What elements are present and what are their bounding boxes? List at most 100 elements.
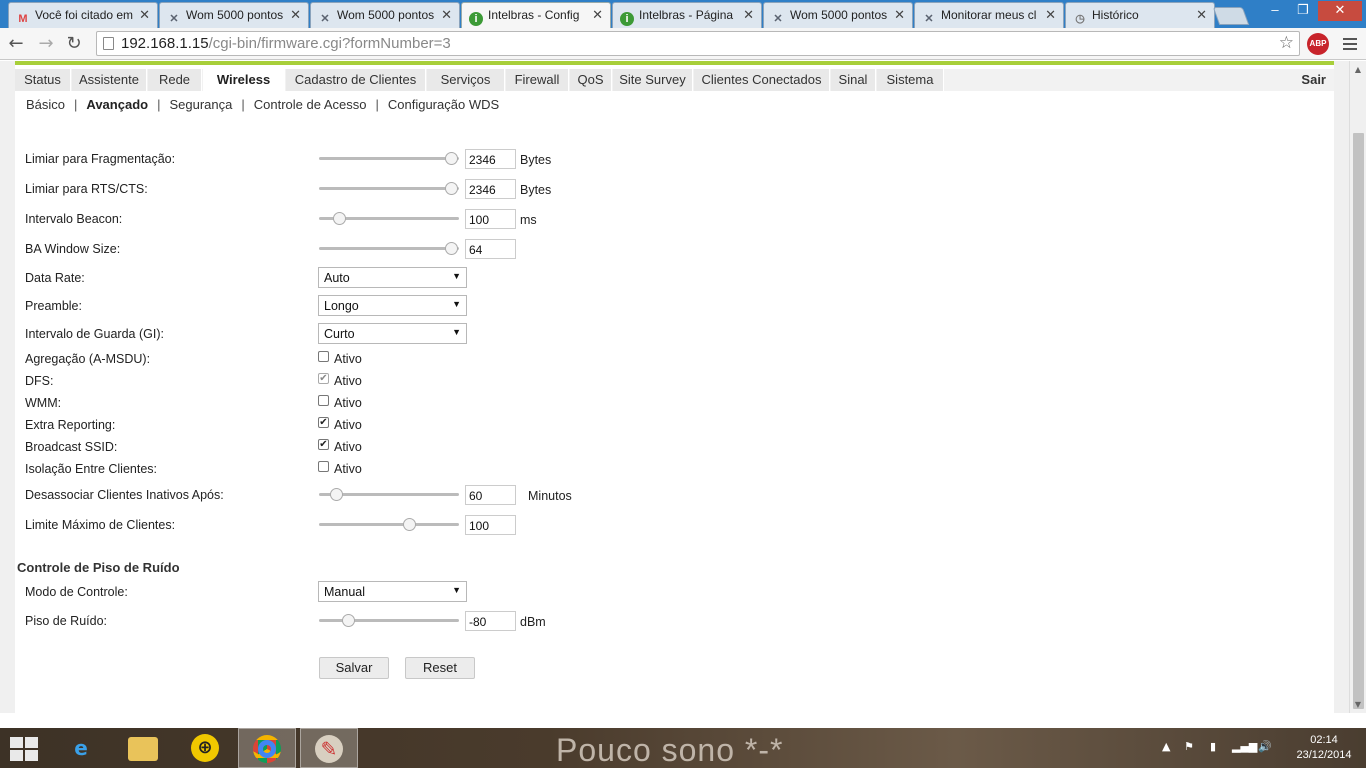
- browser-tab[interactable]: ✕ Wom 5000 pontos ✕: [763, 2, 913, 28]
- nav-item-servicos[interactable]: Serviços: [427, 69, 505, 91]
- tab-close-icon[interactable]: ✕: [743, 7, 754, 23]
- nav-item-status[interactable]: Status: [15, 69, 71, 91]
- dfs-checkbox[interactable]: ✔: [318, 373, 329, 384]
- max-clients-slider[interactable]: [319, 518, 459, 531]
- tab-close-icon[interactable]: ✕: [1196, 7, 1207, 23]
- taskbar-file-explorer[interactable]: [114, 728, 172, 768]
- amsdu-checkbox-label[interactable]: Ativo: [334, 352, 362, 366]
- subnav-controle-acesso[interactable]: Controle de Acesso: [254, 97, 367, 112]
- browser-tab[interactable]: ✕ Wom 5000 pontos ✕: [310, 2, 460, 28]
- volume-icon[interactable]: 🔊: [1258, 740, 1272, 753]
- reload-icon[interactable]: ↻: [62, 32, 86, 56]
- browser-tab-active[interactable]: i Intelbras - Config ✕: [461, 2, 611, 29]
- minimize-window-icon[interactable]: –: [1262, 1, 1288, 21]
- control-mode-select[interactable]: Manual ▼: [318, 581, 467, 602]
- deassociate-slider[interactable]: [319, 488, 459, 501]
- rts-threshold-input[interactable]: 2346: [465, 179, 516, 199]
- back-arrow-icon[interactable]: ←: [4, 32, 28, 56]
- subnav-avancado[interactable]: Avançado: [86, 97, 148, 112]
- browser-tab[interactable]: ◷ Histórico ✕: [1065, 2, 1215, 28]
- extra-reporting-checkbox[interactable]: ✔: [318, 417, 329, 428]
- chrome-menu-icon[interactable]: [1342, 36, 1358, 52]
- rts-threshold-slider[interactable]: [319, 182, 459, 195]
- tab-close-icon[interactable]: ✕: [290, 7, 301, 23]
- subnav-basico[interactable]: Básico: [26, 97, 65, 112]
- client-isolation-checkbox[interactable]: [318, 461, 329, 472]
- new-tab-button[interactable]: [1212, 7, 1250, 25]
- windows-start-icon[interactable]: [10, 737, 38, 761]
- slider-knob[interactable]: [332, 212, 346, 225]
- frag-threshold-slider[interactable]: [319, 152, 459, 165]
- scroll-down-icon[interactable]: ▼: [1350, 696, 1366, 713]
- nav-item-cadastro-clientes[interactable]: Cadastro de Clientes: [286, 69, 426, 91]
- slider-knob[interactable]: [342, 614, 356, 627]
- frag-threshold-input[interactable]: 2346: [465, 149, 516, 169]
- nav-item-site-survey[interactable]: Site Survey: [613, 69, 693, 91]
- page-scrollbar[interactable]: ▲ ▼: [1349, 61, 1366, 713]
- noise-floor-input[interactable]: -80: [465, 611, 516, 631]
- wmm-checkbox[interactable]: [318, 395, 329, 406]
- subnav-seguranca[interactable]: Segurança: [169, 97, 232, 112]
- ba-window-slider[interactable]: [319, 242, 459, 255]
- amsdu-checkbox[interactable]: [318, 351, 329, 362]
- nav-item-wireless[interactable]: Wireless: [203, 69, 285, 91]
- adblock-plus-icon[interactable]: ABP: [1307, 33, 1329, 55]
- logout-link[interactable]: Sair: [1301, 69, 1326, 91]
- address-bar[interactable]: 192.168.1.15/cgi-bin/firmware.cgi?formNu…: [96, 31, 1300, 56]
- wmm-checkbox-label[interactable]: Ativo: [334, 396, 362, 410]
- broadcast-ssid-checkbox[interactable]: ✔: [318, 439, 329, 450]
- bookmark-star-icon[interactable]: ☆: [1279, 33, 1294, 53]
- nav-item-clientes-conectados[interactable]: Clientes Conectados: [694, 69, 830, 91]
- maximize-window-icon[interactable]: ❐: [1290, 1, 1316, 21]
- tab-close-icon[interactable]: ✕: [139, 7, 150, 23]
- battery-icon[interactable]: ▮: [1210, 740, 1216, 753]
- signal-strength-icon[interactable]: ▂▄▆: [1232, 740, 1257, 753]
- taskbar-network-app[interactable]: ⊕: [176, 728, 234, 768]
- scroll-up-icon[interactable]: ▲: [1350, 61, 1366, 78]
- deassociate-input[interactable]: 60: [465, 485, 516, 505]
- slider-knob[interactable]: [329, 488, 343, 501]
- broadcast-ssid-checkbox-label[interactable]: Ativo: [334, 440, 362, 454]
- noise-floor-slider[interactable]: [319, 614, 459, 627]
- nav-item-assistente[interactable]: Assistente: [72, 69, 147, 91]
- tab-close-icon[interactable]: ✕: [592, 7, 603, 23]
- slider-knob[interactable]: [444, 152, 458, 165]
- scrollbar-thumb[interactable]: [1353, 133, 1364, 709]
- nav-item-sistema[interactable]: Sistema: [877, 69, 944, 91]
- beacon-interval-slider[interactable]: [319, 212, 459, 225]
- extra-reporting-checkbox-label[interactable]: Ativo: [334, 418, 362, 432]
- taskbar-chrome[interactable]: [238, 728, 296, 768]
- tab-close-icon[interactable]: ✕: [1045, 7, 1056, 23]
- nav-item-sinal[interactable]: Sinal: [831, 69, 876, 91]
- beacon-interval-input[interactable]: 100: [465, 209, 516, 229]
- ba-window-input[interactable]: 64: [465, 239, 516, 259]
- browser-tab[interactable]: ✕ Monitorar meus cl ✕: [914, 2, 1064, 28]
- data-rate-select[interactable]: Auto ▼: [318, 267, 467, 288]
- nav-item-qos[interactable]: QoS: [570, 69, 612, 91]
- system-clock[interactable]: 02:14 23/12/2014: [1288, 733, 1360, 763]
- browser-tab[interactable]: i Intelbras - Página ✕: [612, 2, 762, 28]
- taskbar-internet-explorer[interactable]: e: [52, 728, 110, 768]
- nav-item-rede[interactable]: Rede: [148, 69, 202, 91]
- reset-button[interactable]: Reset: [405, 657, 475, 679]
- tab-close-icon[interactable]: ✕: [894, 7, 905, 23]
- taskbar-paint[interactable]: ✎: [300, 728, 358, 768]
- client-isolation-checkbox-label[interactable]: Ativo: [334, 462, 362, 476]
- tab-close-icon[interactable]: ✕: [441, 7, 452, 23]
- nav-item-firewall[interactable]: Firewall: [506, 69, 569, 91]
- forward-arrow-icon[interactable]: →: [34, 32, 58, 56]
- max-clients-input[interactable]: 100: [465, 515, 516, 535]
- show-hidden-icons-icon[interactable]: ▲: [1162, 740, 1170, 753]
- close-window-icon[interactable]: ✕: [1318, 1, 1362, 21]
- subnav-configuracao-wds[interactable]: Configuração WDS: [388, 97, 499, 112]
- preamble-select[interactable]: Longo ▼: [318, 295, 467, 316]
- dfs-checkbox-label[interactable]: Ativo: [334, 374, 362, 388]
- browser-tab[interactable]: M Você foi citado em ✕: [8, 2, 158, 28]
- save-button[interactable]: Salvar: [319, 657, 389, 679]
- slider-knob[interactable]: [402, 518, 416, 531]
- slider-knob[interactable]: [444, 242, 458, 255]
- guard-interval-select[interactable]: Curto ▼: [318, 323, 467, 344]
- slider-knob[interactable]: [444, 182, 458, 195]
- browser-tab[interactable]: ✕ Wom 5000 pontos ✕: [159, 2, 309, 28]
- action-center-flag-icon[interactable]: ⚑: [1184, 740, 1194, 753]
